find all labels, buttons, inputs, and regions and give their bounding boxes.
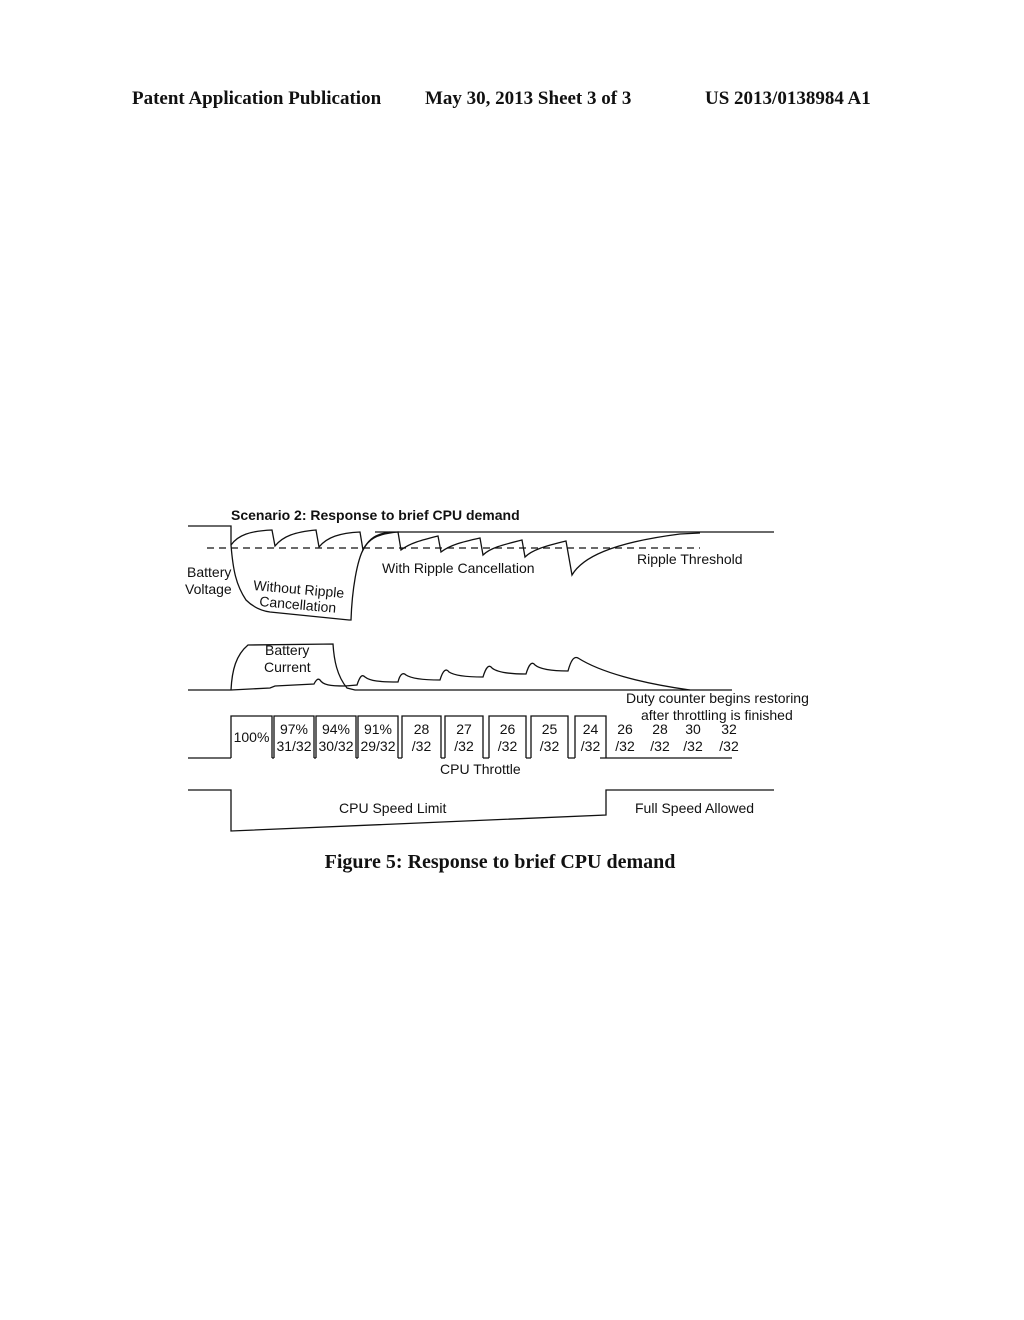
full-speed-allowed-label: Full Speed Allowed bbox=[635, 800, 754, 816]
throttle-step-bottom-label: /32 bbox=[719, 738, 739, 754]
battery-current-label-1: Battery bbox=[265, 642, 309, 658]
throttle-step-bottom-label: /32 bbox=[498, 738, 518, 754]
figure-title: Scenario 2: Response to brief CPU demand bbox=[231, 507, 520, 523]
throttle-step-bottom-label: 29/32 bbox=[360, 738, 395, 754]
throttle-step-top-label: 25 bbox=[542, 721, 558, 737]
throttle-step-top-label: 94% bbox=[322, 721, 350, 737]
cpu-speed-limit-label: CPU Speed Limit bbox=[339, 800, 446, 816]
throttle-step-bottom-label: /32 bbox=[454, 738, 474, 754]
throttle-step-bottom-label: /32 bbox=[683, 738, 703, 754]
duty-counter-label-1: Duty counter begins restoring bbox=[626, 690, 809, 706]
figure-caption: Figure 5: Response to brief CPU demand bbox=[324, 851, 676, 873]
battery-voltage-label-2: Voltage bbox=[185, 581, 232, 597]
throttle-step-top-label: 26 bbox=[500, 721, 516, 737]
throttle-step-top-label: 26 bbox=[617, 721, 633, 737]
throttle-step-bottom-label: 31/32 bbox=[276, 738, 311, 754]
throttle-step-bottom-label: 100% bbox=[234, 729, 270, 745]
figure-5-diagram: Scenario 2: Response to brief CPU demand… bbox=[185, 507, 809, 832]
throttle-step-top-label: 32 bbox=[721, 721, 737, 737]
throttle-step-top-label: 91% bbox=[364, 721, 392, 737]
ripple-threshold-label: Ripple Threshold bbox=[637, 551, 743, 567]
battery-current-label-2: Current bbox=[264, 659, 311, 675]
throttle-step-top-label: 27 bbox=[456, 721, 472, 737]
throttle-step-top-label: 28 bbox=[414, 721, 430, 737]
throttle-step-top-label: 30 bbox=[685, 721, 701, 737]
throttle-step-bottom-label: /32 bbox=[615, 738, 635, 754]
battery-voltage-label-1: Battery bbox=[187, 564, 231, 580]
throttle-step-top-label: 97% bbox=[280, 721, 308, 737]
with-ripple-label: With Ripple Cancellation bbox=[382, 560, 535, 576]
voltage-baseline bbox=[188, 525, 232, 545]
throttle-step-bottom-label: /32 bbox=[540, 738, 560, 754]
throttle-step-top-label: 28 bbox=[652, 721, 668, 737]
throttle-step-bottom-label: /32 bbox=[581, 738, 601, 754]
throttle-step-bottom-label: 30/32 bbox=[318, 738, 353, 754]
throttle-step-bottom-label: /32 bbox=[412, 738, 432, 754]
cpu-throttle-label: CPU Throttle bbox=[440, 761, 521, 777]
throttle-step-bottom-label: /32 bbox=[650, 738, 670, 754]
throttle-step-top-label: 24 bbox=[583, 721, 599, 737]
